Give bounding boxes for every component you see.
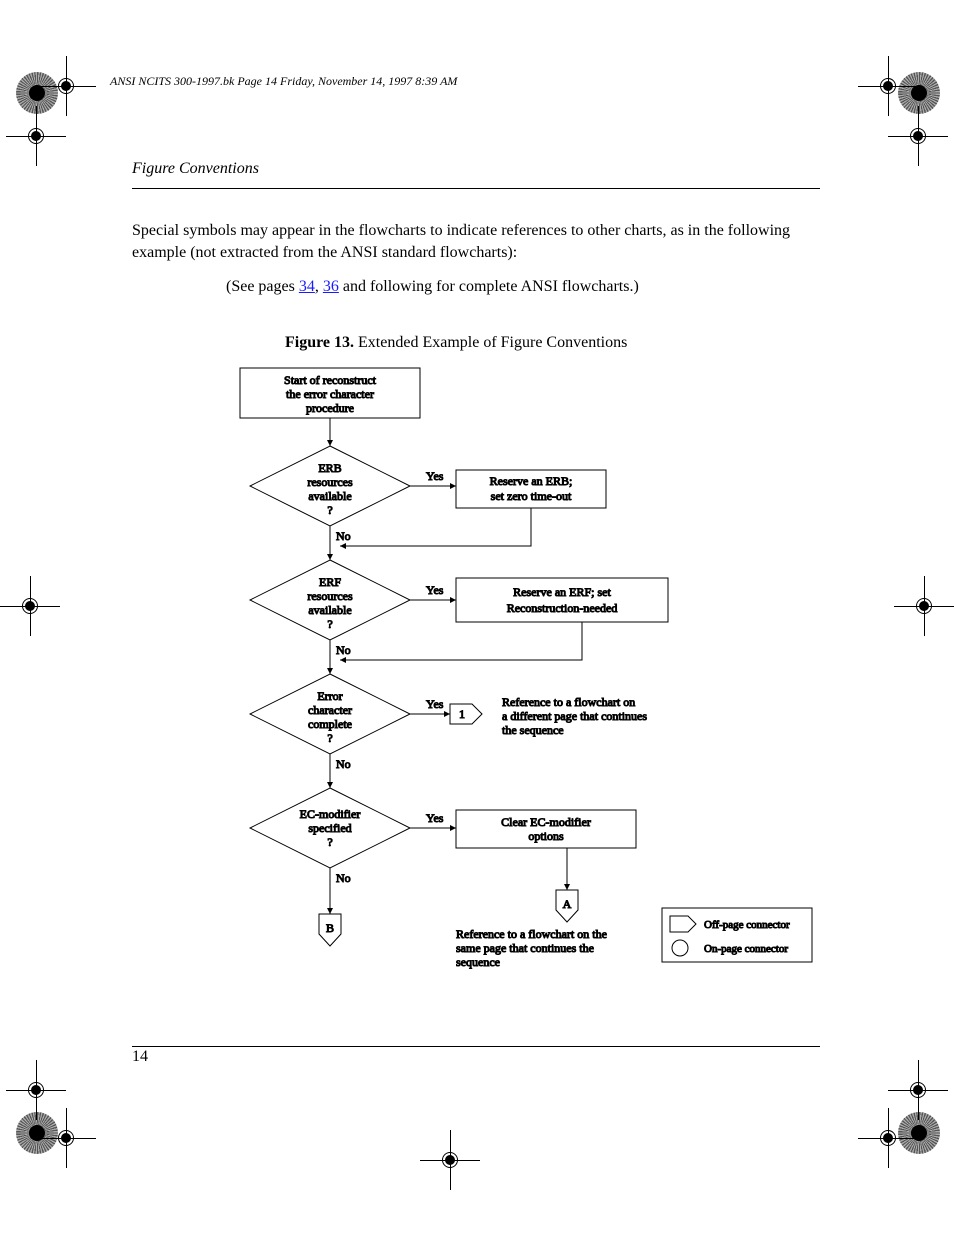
intro-paragraph: Special symbols may appear in the flowch…: [132, 220, 820, 263]
node-p1-l2: set zero time-out: [491, 489, 572, 503]
label-yes: Yes: [426, 697, 444, 711]
onpage-A-note-l2: same page that continues the: [456, 941, 594, 955]
onpage-A-label: A: [563, 897, 572, 911]
onpage-A-note-l3: sequence: [456, 955, 500, 969]
node-d4-l3: ?: [327, 835, 332, 849]
node-d3-l3: complete: [308, 717, 352, 731]
example-note-suffix: and following for complete ANSI flowchar…: [339, 278, 639, 295]
onpage-A-note-l1: Reference to a flowchart on the: [456, 927, 607, 941]
offpage-1-note-l1: Reference to a flowchart on: [502, 695, 635, 709]
registration-mark-icon: [6, 106, 66, 166]
footer-rule: [132, 1046, 820, 1047]
onpage-connector-icon: [672, 940, 688, 956]
figure-caption: Figure 13. Extended Example of Figure Co…: [285, 334, 627, 352]
offpage-1-note-l3: the sequence: [502, 723, 564, 737]
node-d1-l3: available: [308, 489, 351, 503]
print-file-note: ANSI NCITS 300-1997.bk Page 14 Friday, N…: [110, 74, 730, 89]
label-yes: Yes: [426, 583, 444, 597]
registration-mark-icon: [888, 106, 948, 166]
page: Figure Conventions Special symbols may a…: [0, 0, 954, 1235]
page-number: 14: [132, 1048, 148, 1066]
figure-caption-label: Figure 13.: [285, 334, 354, 351]
page-header-title: Figure Conventions: [132, 160, 259, 178]
legend-onpage: On-page connector: [704, 943, 788, 955]
node-start-text-l3: procedure: [306, 401, 354, 415]
example-note-prefix: (See pages: [226, 278, 299, 295]
node-p1-l1: Reserve an ERB;: [490, 474, 573, 488]
node-d2-l3: available: [308, 603, 351, 617]
node-d3-l1: Error: [317, 689, 342, 703]
node-d3-l4: ?: [327, 731, 332, 745]
registration-mark-icon: [888, 1060, 948, 1120]
node-p2-l2: Reconstruction-needed: [507, 601, 618, 615]
offpage-1-label: 1: [459, 707, 465, 721]
node-d1-l1: ERB: [318, 461, 341, 475]
node-d4-l1: EC-modifier: [300, 807, 361, 821]
label-yes: Yes: [426, 811, 444, 825]
label-yes: Yes: [426, 469, 444, 483]
registration-mark-icon: [894, 576, 954, 636]
legend-offpage: Off-page connector: [704, 919, 790, 931]
figure-caption-text: Extended Example of Figure Conventions: [358, 334, 627, 351]
node-start-text-l2: the error character: [286, 387, 374, 401]
offpage-connector-icon: [670, 916, 696, 932]
node-d4-l2: specified: [308, 821, 351, 835]
node-d1-l2: resources: [307, 475, 353, 489]
example-note-sep: ,: [315, 278, 323, 295]
onpage-B-label: B: [326, 921, 334, 935]
node-p2-l1: Reserve an ERF; set: [513, 585, 611, 599]
node-d2-l2: resources: [307, 589, 353, 603]
edge: [340, 508, 531, 546]
node-d2-l1: ERF: [319, 575, 341, 589]
offpage-connector-icon: [450, 704, 482, 724]
label-no: No: [336, 757, 351, 771]
page-link-36[interactable]: 36: [323, 278, 339, 295]
example-note: (See pages 34, 36 and following for comp…: [226, 276, 820, 298]
page-link-34[interactable]: 34: [299, 278, 315, 295]
node-d3-l2: character: [308, 703, 352, 717]
registration-mark-icon: [0, 576, 60, 636]
node-p3-l1: Clear EC-modifier: [501, 815, 591, 829]
flowchart: Start of reconstruct the error character…: [132, 360, 820, 1000]
registration-mark-icon: [420, 1130, 480, 1190]
node-d2-l4: ?: [327, 617, 332, 631]
node-d1-l4: ?: [327, 503, 332, 517]
label-no: No: [336, 643, 351, 657]
label-no: No: [336, 871, 351, 885]
node-p3-l2: options: [528, 829, 564, 843]
label-no: No: [336, 529, 351, 543]
offpage-1-note-l2: a different page that continues: [502, 709, 647, 723]
node-start-text-l1: Start of reconstruct: [284, 373, 377, 387]
header-rule: [132, 188, 820, 189]
edge: [340, 622, 582, 660]
registration-mark-icon: [6, 1060, 66, 1120]
